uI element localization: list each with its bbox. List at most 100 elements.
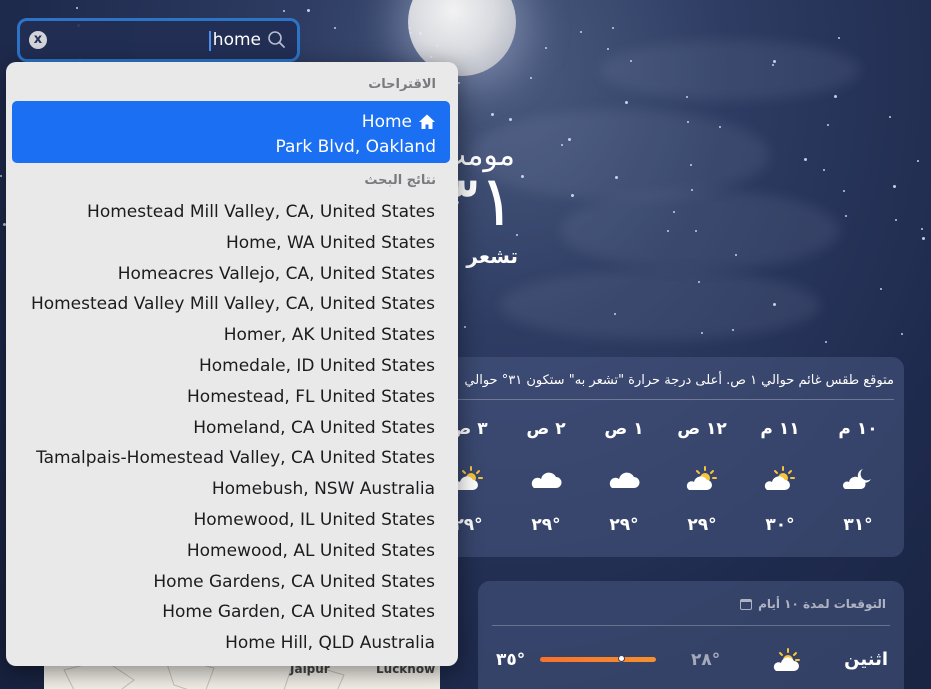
star xyxy=(804,158,807,161)
star xyxy=(823,169,825,171)
search-result-item[interactable]: Homestead Valley Mill Valley, CA, United… xyxy=(31,294,435,314)
temperature-range-fill xyxy=(540,657,656,662)
day-low-temp: ٢٨° xyxy=(691,650,721,670)
day-name: اثنين xyxy=(844,649,888,670)
star xyxy=(880,288,882,290)
star xyxy=(719,126,721,128)
star xyxy=(614,313,616,315)
search-input-value: home xyxy=(212,30,261,50)
search-result-item[interactable]: Home Garden, CA United States xyxy=(162,602,435,622)
search-result-item[interactable]: Homer, AK United States xyxy=(224,325,435,345)
hour-temperature: ٣٠° xyxy=(765,515,795,535)
star xyxy=(409,27,411,29)
calendar-icon xyxy=(740,598,753,610)
forecast-title-label: التوقعات لمدة ١٠ أيام xyxy=(758,597,886,611)
suggestions-header: الاقتراحات xyxy=(368,77,436,92)
hour-column: ١٢ ص ٢٩° xyxy=(672,357,732,557)
cloud-wisp xyxy=(500,270,820,340)
search-results-dropdown[interactable]: الاقتراحات Home Park Blvd, Oakland نتائج… xyxy=(6,62,458,666)
hour-column: ١٠ م ٣١° xyxy=(828,357,888,557)
search-result-item[interactable]: Homewood, AL United States xyxy=(187,541,435,561)
star xyxy=(686,96,688,98)
hour-temperature: ٢٩° xyxy=(609,515,639,535)
text-caret xyxy=(208,31,211,51)
cloud-icon xyxy=(516,465,576,493)
moon-cloud-icon xyxy=(828,465,888,493)
star xyxy=(701,332,703,334)
search-result-item[interactable]: Homedale, ID United States xyxy=(199,356,435,376)
star xyxy=(625,101,628,104)
star xyxy=(458,82,460,84)
search-input[interactable]: home xyxy=(208,30,261,51)
search-result-item[interactable]: Homestead Mill Valley, CA, United States xyxy=(87,202,435,222)
house-icon xyxy=(419,114,435,129)
star xyxy=(580,31,582,33)
star xyxy=(773,60,776,63)
star xyxy=(76,7,78,9)
star xyxy=(838,37,840,39)
feels-like: تشعر بـ xyxy=(452,244,518,268)
hour-column: ٢ ص ٢٩° xyxy=(516,357,576,557)
star xyxy=(615,176,618,179)
search-result-item[interactable]: Home, WA United States xyxy=(226,233,435,253)
star xyxy=(893,185,896,188)
star xyxy=(687,121,689,123)
results-header: نتائج البحث xyxy=(364,173,436,188)
star xyxy=(436,45,438,47)
cloud-wisp xyxy=(560,190,840,270)
current-temperature: ٣١ xyxy=(458,160,516,242)
star xyxy=(568,138,571,141)
star xyxy=(419,32,422,35)
star xyxy=(410,32,412,34)
forecast-title: التوقعات لمدة ١٠ أيام xyxy=(740,597,886,611)
star xyxy=(667,230,669,232)
star xyxy=(607,48,609,50)
star xyxy=(307,9,310,12)
suggestion-subtitle: Park Blvd, Oakland xyxy=(275,137,436,157)
hourly-forecast-card[interactable]: متوقع طقس غائم حوالي ١ ص. أعلى درجة حرار… xyxy=(447,357,904,557)
search-result-item[interactable]: Homebush, NSW Australia xyxy=(212,479,435,499)
search-icon xyxy=(268,31,285,48)
search-result-item[interactable]: Homeland, CA United States xyxy=(193,418,435,438)
star xyxy=(673,211,675,213)
star xyxy=(571,194,574,197)
star xyxy=(509,118,512,121)
hour-temperature: ٢٩° xyxy=(531,515,561,535)
star xyxy=(827,124,829,126)
star xyxy=(921,228,923,230)
star xyxy=(612,27,614,29)
star xyxy=(901,333,903,335)
star xyxy=(630,60,632,62)
temperature-range-bar xyxy=(540,657,656,662)
hour-column: ١ ص ٢٩° xyxy=(594,357,654,557)
clear-search-button[interactable]: x xyxy=(29,31,47,49)
search-result-item[interactable]: Home Gardens, CA United States xyxy=(153,572,435,592)
search-result-item[interactable]: Homewood, IL United States xyxy=(193,510,435,530)
day-high-temp: ٣٥° xyxy=(496,650,526,670)
hour-label: ١١ م xyxy=(760,419,800,439)
suggestion-title-row: Home xyxy=(362,112,436,132)
hour-column: ١١ م ٣٠° xyxy=(750,357,810,557)
search-result-item[interactable]: Homestead, FL United States xyxy=(187,387,435,407)
star xyxy=(430,56,432,58)
star xyxy=(691,189,693,191)
star xyxy=(561,144,563,146)
search-result-item[interactable]: Tamalpais-Homestead Valley, CA United St… xyxy=(36,448,435,468)
hour-label: ١٠ م xyxy=(838,419,878,439)
suggestion-item[interactable]: Home Park Blvd, Oakland xyxy=(12,101,450,163)
hour-label: ٢ ص xyxy=(526,419,566,439)
search-field[interactable]: x home xyxy=(17,18,300,62)
search-result-item[interactable]: Homeacres Vallejo, CA, United States xyxy=(118,264,435,284)
hour-temperature: ٢٩° xyxy=(687,515,717,535)
star xyxy=(889,116,891,118)
star xyxy=(283,10,285,12)
ten-day-forecast-card[interactable]: التوقعات لمدة ١٠ أيام اثنين ٢٨° ٣٥° xyxy=(478,581,904,689)
star xyxy=(530,77,532,79)
search-result-item[interactable]: Home Hill, QLD Australia xyxy=(225,633,435,653)
hour-label: ١٢ ص xyxy=(677,419,727,439)
star xyxy=(454,23,456,25)
divider xyxy=(492,625,890,626)
star xyxy=(845,215,847,217)
star xyxy=(695,230,697,232)
suggestion-title: Home xyxy=(361,112,412,132)
